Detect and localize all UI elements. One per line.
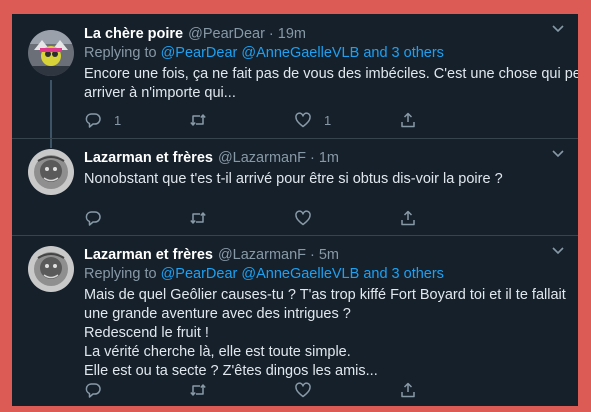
retweet-icon bbox=[190, 114, 206, 126]
replying-prefix: Replying to bbox=[84, 266, 161, 282]
chevron-down-icon[interactable] bbox=[550, 145, 566, 161]
user-handle[interactable]: @LazarmanF bbox=[218, 150, 306, 166]
timestamp[interactable]: 19m bbox=[278, 26, 306, 42]
tweet-actions bbox=[84, 380, 504, 400]
like-icon bbox=[295, 112, 311, 128]
timestamp[interactable]: 5m bbox=[319, 247, 339, 263]
tweet-text: Mais de quel Geôlier causes-tu ? T'as tr… bbox=[84, 286, 568, 381]
reply-button[interactable]: 1 bbox=[84, 110, 189, 130]
tweet[interactable]: Lazarman et frères @LazarmanF · 5m Reply… bbox=[12, 235, 578, 406]
tweet-text-line: une grande aventure avec des intrigues ? bbox=[84, 306, 351, 322]
tweet[interactable]: Lazarman et frères @LazarmanF · 1m Nonob… bbox=[12, 138, 578, 235]
share-button[interactable] bbox=[399, 208, 504, 228]
replying-links[interactable]: @PearDear @AnneGaelleVLB and 3 others bbox=[161, 45, 444, 61]
share-button[interactable] bbox=[399, 380, 504, 400]
like-icon bbox=[295, 210, 311, 226]
share-icon bbox=[401, 382, 415, 398]
separator: · bbox=[310, 247, 315, 263]
like-button[interactable] bbox=[294, 208, 399, 228]
like-count: 1 bbox=[324, 112, 332, 128]
tweet-text-line: Encore une fois, ça ne fait pas de vous … bbox=[84, 66, 578, 82]
avatar[interactable] bbox=[28, 30, 74, 76]
user-handle[interactable]: @PearDear bbox=[188, 26, 265, 42]
reply-button[interactable] bbox=[84, 380, 189, 400]
like-button[interactable] bbox=[294, 380, 399, 400]
tweet-text-line: La vérité cherche là, elle est toute sim… bbox=[84, 344, 351, 360]
avatar[interactable] bbox=[28, 246, 74, 292]
display-name[interactable]: La chère poire bbox=[84, 26, 183, 42]
tweet-actions: 1 1 bbox=[84, 110, 504, 130]
separator: · bbox=[310, 150, 315, 166]
like-icon bbox=[295, 382, 311, 398]
retweet-icon bbox=[190, 212, 206, 224]
display-name[interactable]: Lazarman et frères bbox=[84, 247, 213, 263]
tweet[interactable]: La chère poire @PearDear · 19m Replying … bbox=[12, 14, 578, 148]
tweet-text-line: Mais de quel Geôlier causes-tu ? T'as tr… bbox=[84, 287, 566, 303]
retweet-button[interactable] bbox=[189, 110, 294, 130]
reply-icon bbox=[85, 211, 101, 226]
retweet-icon bbox=[190, 384, 206, 396]
share-icon bbox=[401, 112, 415, 128]
tweet-text: Encore une fois, ça ne fait pas de vous … bbox=[84, 65, 578, 103]
tweet-text-line: Elle est ou ta secte ? Z'êtes dingos les… bbox=[84, 363, 378, 379]
replying-to: Replying to @PearDear @AnneGaelleVLB and… bbox=[84, 265, 568, 284]
chevron-down-icon[interactable] bbox=[550, 20, 566, 36]
retweet-button[interactable] bbox=[189, 208, 294, 228]
reply-icon bbox=[85, 383, 101, 398]
tweet-text: Nonobstant que t'es t-il arrivé pour êtr… bbox=[84, 170, 568, 189]
tweet-text-line: Nonobstant que t'es t-il arrivé pour êtr… bbox=[84, 171, 503, 187]
replying-to: Replying to @PearDear @AnneGaelleVLB and… bbox=[84, 44, 568, 63]
like-button[interactable]: 1 bbox=[294, 110, 399, 130]
tweet-text-line: Redescend le fruit ! bbox=[84, 325, 209, 341]
retweet-button[interactable] bbox=[189, 380, 294, 400]
share-icon bbox=[401, 210, 415, 226]
chevron-down-icon[interactable] bbox=[550, 242, 566, 258]
reply-count: 1 bbox=[114, 112, 122, 128]
avatar[interactable] bbox=[28, 149, 74, 195]
timestamp[interactable]: 1m bbox=[319, 150, 339, 166]
separator: · bbox=[268, 26, 274, 42]
tweet-actions bbox=[84, 208, 504, 228]
reply-icon bbox=[85, 113, 101, 128]
tweet-text-line: arriver à n'importe qui... bbox=[84, 85, 236, 101]
timeline-panel: La chère poire @PearDear · 19m Replying … bbox=[12, 14, 578, 406]
replying-prefix: Replying to bbox=[84, 45, 161, 61]
replying-links[interactable]: @PearDear @AnneGaelleVLB and 3 others bbox=[161, 266, 444, 282]
reply-button[interactable] bbox=[84, 208, 189, 228]
share-button[interactable] bbox=[399, 110, 504, 130]
user-handle[interactable]: @LazarmanF bbox=[218, 247, 306, 263]
display-name[interactable]: Lazarman et frères bbox=[84, 150, 213, 166]
